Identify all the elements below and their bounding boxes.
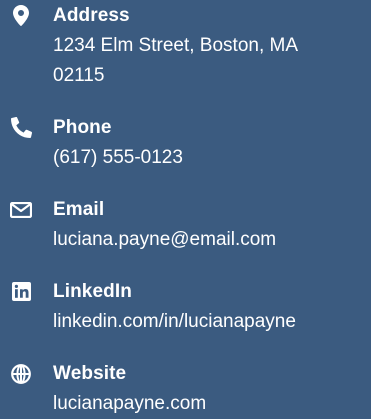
envelope-icon <box>10 202 32 224</box>
contact-label-address: Address <box>53 5 130 26</box>
globe-icon <box>10 364 32 386</box>
contact-label-phone: Phone <box>53 117 112 138</box>
contact-value-email[interactable]: luciana.payne@email.com <box>53 229 276 250</box>
contact-label-linkedin: LinkedIn <box>53 281 132 302</box>
phone-icon <box>10 117 32 139</box>
map-marker-icon <box>10 5 32 27</box>
contact-label-website: Website <box>53 363 127 384</box>
linkedin-icon <box>10 282 32 304</box>
contact-value-linkedin[interactable]: linkedin.com/in/lucianapayne <box>53 311 296 332</box>
contact-label-email: Email <box>53 199 105 220</box>
contact-value-phone[interactable]: (617) 555-0123 <box>53 147 183 168</box>
contact-value-website[interactable]: lucianapayne.com <box>53 393 206 414</box>
contact-list: Address 1234 Elm Street, Boston, MA 0211… <box>0 0 371 419</box>
contact-value-address: 1234 Elm Street, Boston, MA 02115 <box>53 35 297 86</box>
